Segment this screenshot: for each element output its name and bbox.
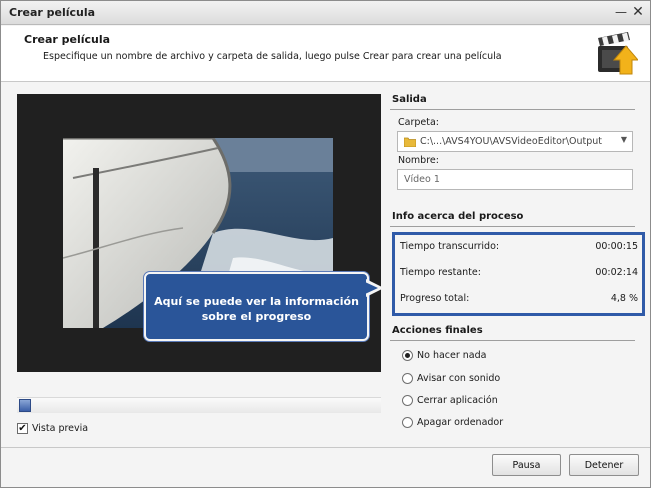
radio-do-nothing[interactable]: No hacer nada — [402, 350, 486, 361]
total-value: 4,8 % — [610, 293, 638, 304]
radio-label: Apagar ordenador — [417, 417, 504, 428]
radio-button[interactable] — [402, 350, 413, 361]
window-title: Crear película — [9, 6, 96, 19]
pause-button[interactable]: Pausa — [492, 454, 561, 476]
header-title: Crear película — [24, 33, 111, 46]
output-section-title: Salida — [392, 94, 427, 105]
name-label: Nombre: — [398, 155, 439, 166]
radio-close-app[interactable]: Cerrar aplicación — [402, 395, 498, 406]
process-section-title: Info acerca del proceso — [392, 211, 524, 222]
name-field[interactable] — [398, 170, 632, 189]
folder-icon — [404, 137, 416, 147]
chevron-down-icon[interactable]: ▼ — [621, 135, 627, 144]
actions-section-title: Acciones finales — [392, 325, 483, 336]
folder-combobox[interactable]: C:\...\AVS4YOU\AVSVideoEditor\Output ▼ — [397, 131, 633, 152]
preview-seek-bar[interactable] — [17, 397, 381, 413]
tooltip-arrow-inner — [365, 282, 378, 294]
elapsed-label: Tiempo transcurrido: — [400, 241, 500, 252]
folder-label: Carpeta: — [398, 117, 439, 128]
radio-label: Cerrar aplicación — [417, 395, 498, 406]
radio-label: Avisar con sonido — [417, 373, 501, 384]
preview-checkbox[interactable]: ✔ — [17, 423, 28, 434]
remaining-label: Tiempo restante: — [400, 267, 481, 278]
dialog-header: Crear película Especifique un nombre de … — [1, 26, 650, 82]
radio-shutdown[interactable]: Apagar ordenador — [402, 417, 503, 428]
create-movie-dialog: Crear película — ✕ Crear película Especi… — [0, 0, 651, 488]
info-row-elapsed: Tiempo transcurrido: 00:00:15 — [400, 241, 638, 252]
progress-tooltip: Aquí se puede ver la información sobre e… — [144, 272, 369, 341]
clapperboard-icon — [598, 32, 638, 75]
actions-section-header: Acciones finales — [390, 323, 635, 341]
title-bar: Crear película — ✕ — [1, 1, 650, 25]
output-section-header: Salida — [390, 92, 635, 110]
total-label: Progreso total: — [400, 293, 470, 304]
stop-button[interactable]: Detener — [569, 454, 639, 476]
elapsed-value: 00:00:15 — [595, 241, 638, 252]
close-icon[interactable]: ✕ — [631, 4, 645, 20]
remaining-value: 00:02:14 — [595, 267, 638, 278]
tooltip-text: Aquí se puede ver la información sobre e… — [154, 295, 359, 323]
radio-button[interactable] — [402, 417, 413, 428]
process-info-box: Tiempo transcurrido: 00:00:15 Tiempo res… — [392, 232, 645, 316]
radio-button[interactable] — [402, 373, 413, 384]
info-row-total: Progreso total: 4,8 % — [400, 293, 638, 304]
seek-thumb[interactable] — [19, 399, 31, 412]
process-section-header: Info acerca del proceso — [390, 209, 635, 227]
name-field-wrapper — [397, 169, 633, 190]
minimize-icon[interactable]: — — [614, 4, 628, 20]
footer-divider — [1, 447, 650, 448]
info-row-remaining: Tiempo restante: 00:02:14 — [400, 267, 638, 278]
folder-value: C:\...\AVS4YOU\AVSVideoEditor\Output — [420, 136, 603, 147]
radio-button[interactable] — [402, 395, 413, 406]
preview-checkbox-row[interactable]: ✔ Vista previa — [17, 423, 88, 435]
radio-label: No hacer nada — [417, 350, 487, 361]
header-description: Especifique un nombre de archivo y carpe… — [43, 51, 502, 62]
preview-label: Vista previa — [32, 423, 89, 434]
radio-sound[interactable]: Avisar con sonido — [402, 373, 500, 384]
